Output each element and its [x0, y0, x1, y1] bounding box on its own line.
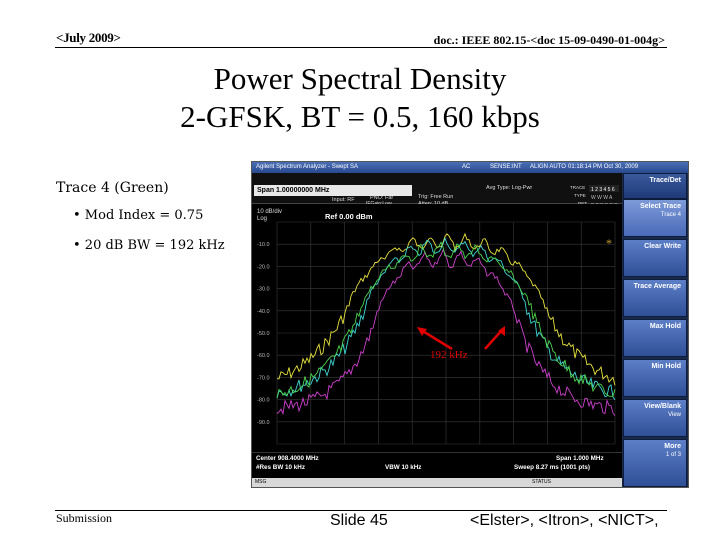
log-label: Log [257, 216, 267, 222]
softkey-clear-write[interactable]: Clear Write [623, 239, 687, 277]
y-tick-label: -20.0 [257, 264, 270, 270]
softkey-trace-average[interactable]: Trace Average [623, 279, 687, 317]
res-bw: #Res BW 10 kHz [256, 464, 305, 471]
svg-text:W W W A: W W W A [591, 195, 613, 201]
vbw: VBW 10 kHz [385, 464, 422, 471]
slide-number: Slide 45 [330, 512, 388, 529]
field-sense: SENSE:INT [490, 164, 522, 170]
footer-submission: Submission [56, 511, 113, 525]
bullet-bandwidth: • 20 dB BW = 192 kHz [73, 238, 225, 253]
header-rule [55, 47, 667, 48]
footer-rule [55, 510, 667, 511]
status-label: STATUS [532, 479, 551, 485]
analyzer-titlebar: Agilent Spectrum Analyzer - Swept SA AC … [252, 162, 688, 173]
svg-text:1 2 3 4 5 6: 1 2 3 4 5 6 [591, 187, 615, 193]
softkey-max-hold[interactable]: Max Hold [623, 319, 687, 357]
spectrum-analyzer-window: Agilent Spectrum Analyzer - Swept SA AC … [251, 161, 689, 488]
title-line-1: Power Spectral Density [213, 61, 507, 96]
header-doc-id: doc.: IEEE 802.15-<doc 15-09-0490-01-004… [433, 33, 665, 47]
softkey-view-blank[interactable]: View/Blank View [623, 399, 687, 437]
header-date: <July 2009> [56, 30, 121, 45]
y-tick-label: -50.0 [257, 331, 270, 337]
y-tick-label: -10.0 [257, 242, 270, 248]
softkey-min-hold[interactable]: Min Hold [623, 359, 687, 397]
analyzer-app-title: Agilent Spectrum Analyzer - Swept SA [256, 164, 359, 170]
analyzer-status-bar: MSG STATUS [252, 478, 622, 487]
spectrum-plot-svg: 10 dB/div Log Ref 0.00 dBm -10.0 -20.0 -30… [257, 209, 616, 445]
slide-title: Power Spectral Density 2-GFSK, BT = 0.5,… [0, 60, 720, 136]
bandwidth-annotation: 192 kHz [430, 349, 468, 361]
softkey-more[interactable]: More 1 of 3 [623, 439, 687, 487]
marker-star-icon: * [606, 236, 612, 250]
span-footer: Span 1.000 MHz [556, 455, 604, 462]
ref-level: Ref 0.00 dBm [325, 212, 373, 221]
trace-indicator: TRACE [570, 185, 586, 190]
y-tick-label: -70.0 [257, 375, 270, 381]
field-align: ALIGN AUTO [530, 164, 566, 170]
bullet-mod-index: • Mod Index = 0.75 [73, 208, 204, 223]
softkey-trace-det[interactable]: Trace/Det [623, 173, 687, 199]
avg-type: Avg Type: Log-Pwr [486, 185, 533, 191]
sweep-time: Sweep 8.27 ms (1001 pts) [514, 464, 590, 471]
spectrum-plot: 10 dB/div Log Ref 0.00 dBm -10.0 -20.0 -30… [255, 204, 617, 452]
field-ac: AC [462, 164, 471, 170]
analyzer-footer: Center 908.4000 MHz #Res BW 10 kHz VBW 1… [252, 452, 622, 479]
analyzer-settings-bar: Span 1.00000000 MHz Input: RF PNO: Far I… [252, 173, 622, 209]
title-line-2: 2-GFSK, BT = 0.5, 160 kbps [180, 99, 540, 134]
y-tick-labels: -10.0 -20.0 -30.0 -40.0 -50.0 -60.0 -70.0 -80.0… [257, 242, 270, 426]
status-msg: MSG [255, 479, 267, 485]
y-tick-label: -30.0 [257, 287, 270, 293]
center-frequency: Center 908.4000 MHz [256, 455, 319, 462]
softkey-select-trace[interactable]: Select Trace Trace 4 [623, 199, 687, 237]
trace-label: Trace 4 (Green) [56, 180, 169, 196]
y-tick-label: -60.0 [257, 353, 270, 359]
trig-setting: Trig: Free Run [418, 194, 454, 200]
type-indicator: TYPE [574, 193, 586, 198]
softkey-panel: Trace/Det Select Trace Trace 4 Clear Writ… [622, 173, 688, 487]
scale-label: 10 dB/div [257, 209, 282, 215]
input-rf: Input: RF [332, 197, 355, 203]
y-tick-label: -80.0 [257, 398, 270, 404]
y-tick-label: -90.0 [257, 420, 270, 426]
field-datetime: 01:18:14 PM Oct 30, 2009 [568, 164, 639, 170]
footer-authors: <Elster>, <Itron>, <NICT>, [470, 512, 659, 529]
y-tick-label: -40.0 [257, 309, 270, 315]
